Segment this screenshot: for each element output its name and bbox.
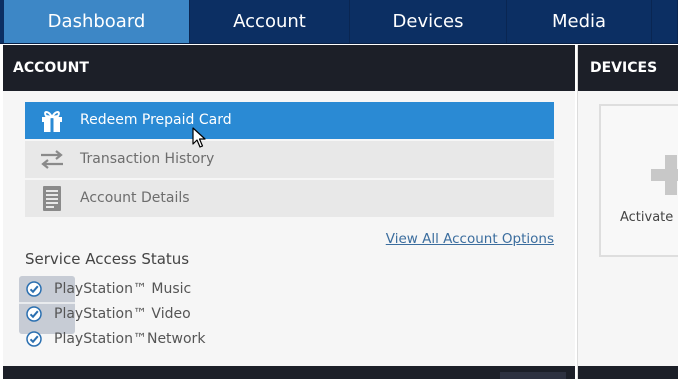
view-all-account-options-link[interactable]: View All Account Options: [386, 231, 554, 247]
account-panel: ACCOUNT Redeem Prepaid Card Transaction …: [3, 45, 575, 379]
service-access-status-title: Service Access Status: [25, 250, 190, 268]
activate-device-card[interactable]: Activate a: [599, 104, 678, 257]
devices-panel-header: DEVICES: [578, 45, 678, 91]
tab-account[interactable]: Account: [190, 0, 350, 43]
menu-item-label: Account Details: [80, 190, 190, 206]
menu-item-redeem-prepaid-card[interactable]: Redeem Prepaid Card: [25, 102, 554, 139]
account-panel-header: ACCOUNT: [3, 45, 575, 91]
check-circle-icon: [26, 281, 42, 297]
mouse-pointer-icon: [192, 127, 208, 149]
status-item-label: PlayStation™ Music: [54, 281, 192, 297]
devices-panel-footer: [578, 366, 678, 379]
account-menu: Redeem Prepaid Card Transaction History: [25, 102, 554, 219]
document-icon: [39, 186, 65, 211]
check-circle-icon: [26, 306, 42, 322]
activate-label: Activate a: [620, 210, 678, 225]
check-circle-icon: [26, 331, 42, 347]
top-nav-bar: Dashboard Account Devices Media: [0, 0, 678, 44]
plus-icon: [649, 153, 678, 197]
menu-item-label: Redeem Prepaid Card: [80, 112, 232, 128]
devices-panel: DEVICES Activate a: [577, 45, 678, 379]
footer-button[interactable]: [500, 372, 566, 379]
tab-devices[interactable]: Devices: [350, 0, 507, 43]
account-panel-footer: [3, 366, 575, 379]
gift-icon: [39, 108, 65, 133]
status-item-label: PlayStation™ Video: [54, 306, 191, 322]
menu-item-account-details[interactable]: Account Details: [25, 180, 554, 217]
tab-overflow[interactable]: [652, 0, 678, 43]
tab-dashboard[interactable]: Dashboard: [4, 0, 190, 43]
tab-media[interactable]: Media: [507, 0, 652, 43]
status-item-label: PlayStation™Network: [54, 331, 206, 347]
menu-item-transaction-history[interactable]: Transaction History: [25, 141, 554, 178]
swap-arrows-icon: [39, 147, 65, 172]
